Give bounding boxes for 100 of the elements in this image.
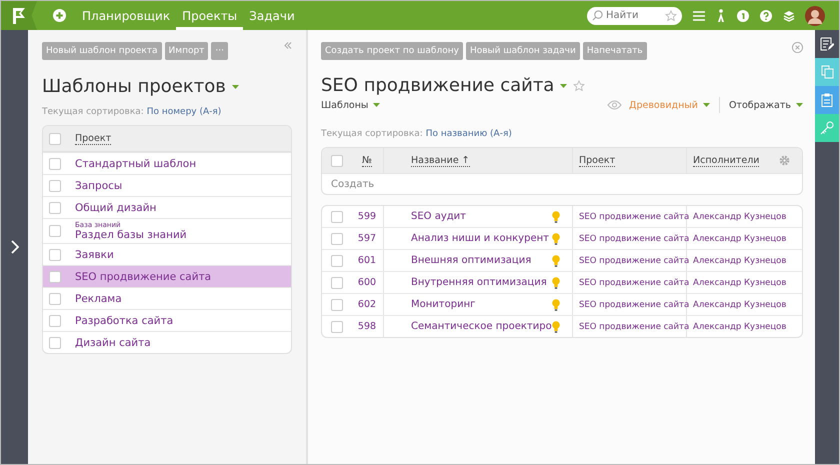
display-dropdown[interactable]: Отображать bbox=[728, 100, 791, 110]
project-row[interactable]: Запросы bbox=[43, 174, 291, 196]
settings-icon[interactable] bbox=[779, 155, 790, 166]
create-task-field[interactable]: Создать bbox=[322, 173, 802, 194]
sort-label: Текущая сортировка: bbox=[42, 107, 144, 117]
column-header[interactable]: Проект bbox=[579, 154, 616, 166]
checkbox[interactable] bbox=[49, 270, 61, 282]
checkbox[interactable] bbox=[49, 132, 61, 144]
task-number: 597 bbox=[351, 228, 384, 249]
expand-icon[interactable] bbox=[10, 240, 18, 254]
add-icon[interactable] bbox=[53, 9, 66, 22]
lightbulb-icon bbox=[552, 254, 560, 266]
lightbulb-icon bbox=[552, 320, 560, 332]
sort-label: Текущая сортировка: bbox=[321, 129, 423, 139]
checkbox[interactable] bbox=[49, 158, 61, 170]
project-name: Стандартный шаблон bbox=[75, 158, 196, 170]
task-project[interactable]: SEO продвижение сайта bbox=[573, 250, 687, 271]
task-name[interactable]: Внешняя оптимизация bbox=[411, 255, 532, 266]
column-header[interactable]: № bbox=[362, 154, 372, 166]
task-project[interactable]: SEO продвижение сайта bbox=[573, 228, 687, 249]
project-row[interactable]: Стандартный шаблон bbox=[43, 152, 291, 174]
sort-link[interactable]: По номеру (А-я) bbox=[146, 107, 222, 117]
info-icon[interactable] bbox=[737, 10, 749, 22]
project-row[interactable]: Общий дизайн bbox=[43, 196, 291, 218]
caret-icon[interactable] bbox=[560, 84, 568, 88]
task-name[interactable]: Мониторинг bbox=[411, 299, 476, 310]
task-name[interactable]: Семантическое проектиро bbox=[411, 321, 552, 332]
panel-title: Шаблоны проектов bbox=[42, 76, 226, 97]
star-icon[interactable] bbox=[665, 10, 677, 22]
task-project[interactable]: SEO продвижение сайта bbox=[573, 272, 687, 293]
task-number: 601 bbox=[351, 250, 384, 271]
task-assignee[interactable]: Александр Кузнецов bbox=[687, 294, 802, 315]
caret-icon[interactable] bbox=[373, 103, 380, 107]
note-icon bbox=[820, 37, 834, 51]
checkbox[interactable] bbox=[330, 232, 342, 244]
checkbox[interactable] bbox=[330, 210, 342, 222]
task-name[interactable]: Анализ ниши и конкурент bbox=[411, 233, 549, 244]
checkbox[interactable] bbox=[49, 202, 61, 214]
project-name: Разработка сайта bbox=[75, 314, 174, 326]
collapse-icon[interactable] bbox=[284, 42, 292, 49]
clipboard-icon bbox=[821, 93, 833, 107]
task-project[interactable]: SEO продвижение сайта bbox=[573, 206, 687, 227]
project-name: Общий дизайн bbox=[75, 202, 156, 214]
avatar[interactable] bbox=[805, 6, 825, 26]
project-row[interactable]: Реклама bbox=[43, 287, 291, 309]
project-name: Запросы bbox=[75, 180, 122, 192]
project-row[interactable]: Разработка сайта bbox=[43, 309, 291, 331]
flag-icon bbox=[11, 6, 27, 24]
template-title: SEO продвижение сайта bbox=[321, 75, 554, 96]
task-assignee[interactable]: Александр Кузнецов bbox=[687, 206, 802, 227]
task-name[interactable]: Внутренняя оптимизация bbox=[411, 277, 547, 288]
menu-icon[interactable] bbox=[693, 10, 705, 20]
project-name: Заявки bbox=[75, 248, 114, 260]
task-number: 598 bbox=[351, 316, 384, 337]
task-number: 602 bbox=[351, 294, 384, 315]
help-icon[interactable] bbox=[760, 10, 772, 22]
task-assignee[interactable]: Александр Кузнецов bbox=[687, 228, 802, 249]
checkbox[interactable] bbox=[330, 154, 342, 166]
lightbulb-icon bbox=[552, 210, 560, 222]
caret-icon[interactable] bbox=[796, 103, 803, 107]
figure-icon[interactable] bbox=[716, 9, 726, 22]
column-header[interactable]: Проект bbox=[75, 132, 112, 144]
key-icon bbox=[820, 121, 834, 135]
layers-icon[interactable] bbox=[783, 10, 795, 22]
key-tool[interactable] bbox=[815, 114, 839, 142]
column-header[interactable]: Название ↑ bbox=[411, 154, 470, 166]
checkbox[interactable] bbox=[49, 314, 61, 326]
checkbox[interactable] bbox=[49, 225, 61, 237]
checkbox[interactable] bbox=[49, 248, 61, 260]
sort-link[interactable]: По названию (А-я) bbox=[426, 129, 512, 139]
checkbox[interactable] bbox=[330, 254, 342, 266]
lightbulb-icon bbox=[552, 276, 560, 288]
close-icon[interactable] bbox=[792, 42, 803, 53]
project-row[interactable]: Дизайн сайта bbox=[43, 331, 291, 353]
eye-icon bbox=[607, 100, 622, 110]
star-icon[interactable] bbox=[573, 80, 586, 92]
checkbox[interactable] bbox=[49, 292, 61, 304]
checkbox[interactable] bbox=[330, 298, 342, 310]
clipboard-tool[interactable] bbox=[815, 86, 839, 114]
task-name[interactable]: SEO аудит bbox=[411, 211, 466, 222]
breadcrumb-dropdown[interactable]: Шаблоны bbox=[321, 100, 368, 110]
project-row[interactable]: SEO продвижение сайта bbox=[43, 265, 291, 287]
task-assignee[interactable]: Александр Кузнецов bbox=[687, 316, 802, 337]
project-name: Реклама bbox=[75, 292, 122, 304]
checkbox[interactable] bbox=[330, 320, 342, 332]
checkbox[interactable] bbox=[330, 276, 342, 288]
caret-icon[interactable] bbox=[702, 103, 710, 107]
task-project[interactable]: SEO продвижение сайта bbox=[573, 294, 687, 315]
caret-icon[interactable] bbox=[232, 84, 239, 88]
logo[interactable] bbox=[1, 1, 37, 30]
lightbulb-icon bbox=[552, 298, 560, 310]
task-assignee[interactable]: Александр Кузнецов bbox=[687, 250, 802, 271]
column-header[interactable]: Исполнители bbox=[693, 154, 760, 166]
task-number: 600 bbox=[351, 272, 384, 293]
checkbox[interactable] bbox=[49, 180, 61, 192]
search-field[interactable]: Найти bbox=[587, 6, 682, 24]
task-assignee[interactable]: Александр Кузнецов bbox=[687, 272, 802, 293]
lightbulb-icon bbox=[552, 232, 560, 244]
task-project[interactable]: SEO продвижение сайта bbox=[573, 316, 687, 337]
checkbox[interactable] bbox=[49, 336, 61, 348]
